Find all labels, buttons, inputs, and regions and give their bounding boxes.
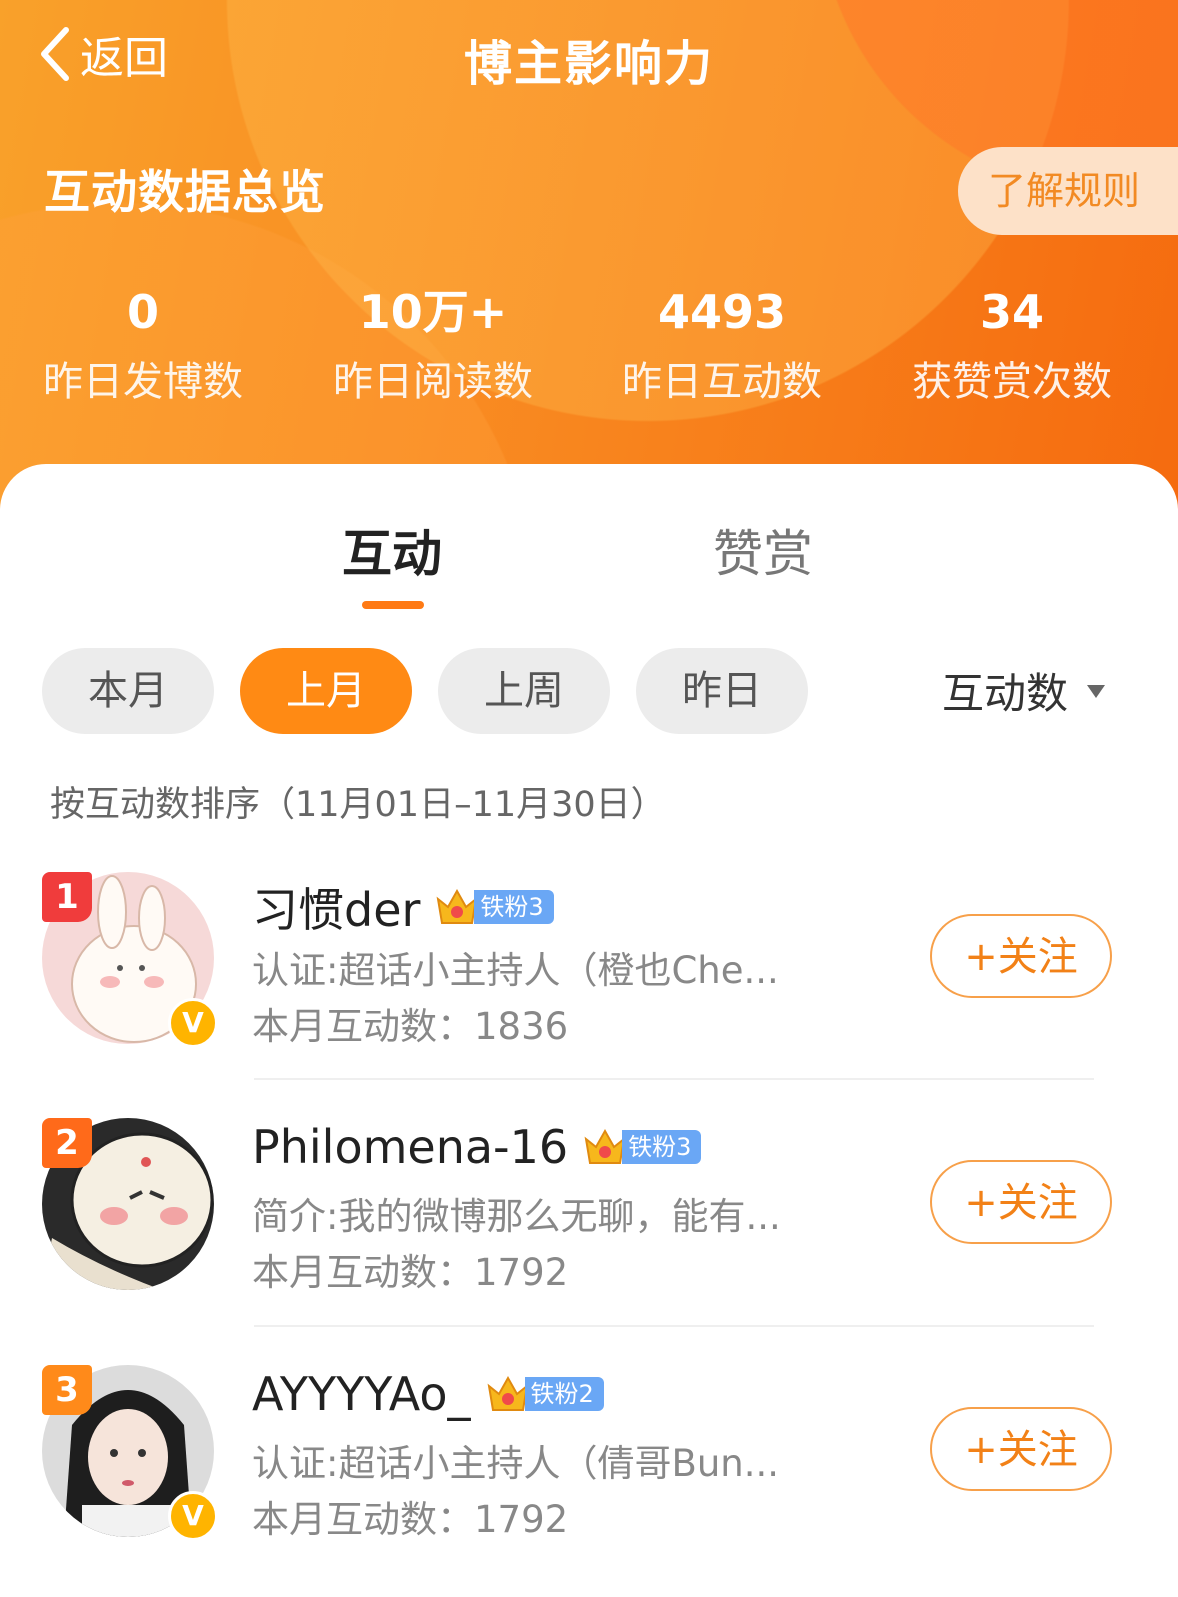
count-value: 1792 xyxy=(474,1498,569,1541)
stat-label: 昨日发博数 xyxy=(43,359,243,405)
count-value: 1792 xyxy=(474,1251,569,1294)
user-name-line: 习惯der 铁粉3 xyxy=(252,874,554,940)
user-name-line: AYYYYAo_ 铁粉2 xyxy=(252,1367,604,1421)
tab-reward[interactable]: 赞赏 xyxy=(713,514,813,586)
stat-reads: 10万+ 昨日阅读数 xyxy=(298,282,568,412)
user-name[interactable]: 习惯der xyxy=(252,874,420,940)
crown-icon xyxy=(487,1375,528,1411)
list-item[interactable]: 2 Philomena-16 铁粉3 简介:我的微博那么无聊，能有... 本月互… xyxy=(0,1118,1178,1348)
user-name-line: Philomena-16 铁粉3 xyxy=(252,1120,702,1174)
fan-level-label: 铁粉3 xyxy=(474,890,554,924)
follow-button[interactable]: +关注 xyxy=(930,1407,1112,1491)
user-name[interactable]: Philomena-16 xyxy=(252,1120,568,1174)
rank-badge: 1 xyxy=(42,872,92,922)
tab-interaction[interactable]: 互动 xyxy=(342,514,442,586)
sort-label: 互动数 xyxy=(942,669,1069,718)
user-description: 认证:超话小主持人（倩哥Bun... xyxy=(252,1442,780,1485)
count-value: 1836 xyxy=(474,1005,569,1048)
stats-row: 0 昨日发博数 10万+ 昨日阅读数 4493 昨日互动数 34 获赞赏次数 xyxy=(0,282,1178,422)
filter-this-month[interactable]: 本月 xyxy=(42,648,214,734)
sort-range-note: 按互动数排序（11月01日–11月30日） xyxy=(50,785,666,825)
verified-v-icon: V xyxy=(168,1491,218,1541)
stat-rewards: 34 获赞赏次数 xyxy=(877,282,1147,412)
fan-badge: 铁粉2 xyxy=(485,1374,604,1414)
user-description: 简介:我的微博那么无聊，能有... xyxy=(252,1195,781,1238)
stat-label: 昨日阅读数 xyxy=(333,359,533,405)
filter-last-month[interactable]: 上月 xyxy=(240,648,412,734)
filter-last-week[interactable]: 上周 xyxy=(438,648,610,734)
fan-badge: 铁粉3 xyxy=(582,1127,702,1167)
rank-badge: 2 xyxy=(42,1118,92,1168)
count-label: 本月互动数： xyxy=(252,1251,474,1294)
rank-badge: 3 xyxy=(42,1365,92,1415)
verified-v-icon: V xyxy=(168,998,218,1048)
user-name[interactable]: AYYYYAo_ xyxy=(252,1367,471,1421)
fan-level-label: 铁粉3 xyxy=(622,1130,702,1164)
sort-dropdown[interactable]: 互动数 xyxy=(942,660,1106,721)
follow-button[interactable]: +关注 xyxy=(930,914,1112,998)
list-item[interactable]: 1 V 习惯der 铁粉3 认证:超话小主持人（橙也Che... 本月互动数：1… xyxy=(0,872,1178,1102)
divider xyxy=(254,1325,1094,1327)
content-card: 互动 赞赏 本月 上月 上周 昨日 互动数 按互动数排序（11月01日–11月3… xyxy=(0,464,1178,1597)
user-interaction-count: 本月互动数：1836 xyxy=(252,996,568,1050)
count-label: 本月互动数： xyxy=(252,1498,474,1541)
overview-title: 互动数据总览 xyxy=(44,165,326,219)
stat-interactions: 4493 昨日互动数 xyxy=(587,282,857,412)
fan-badge: 铁粉3 xyxy=(434,887,554,927)
stat-value: 34 xyxy=(979,285,1044,339)
rules-button[interactable]: 了解规则 xyxy=(958,147,1178,235)
user-description: 认证:超话小主持人（橙也Che... xyxy=(252,949,779,992)
triangle-down-icon xyxy=(1087,684,1106,698)
stat-posts: 0 昨日发博数 xyxy=(8,282,278,412)
stat-label: 昨日互动数 xyxy=(622,359,822,405)
divider xyxy=(254,1078,1094,1080)
filter-yesterday[interactable]: 昨日 xyxy=(636,648,808,734)
count-label: 本月互动数： xyxy=(252,1005,474,1048)
user-interaction-count: 本月互动数：1792 xyxy=(252,1242,568,1296)
stat-value: 10万+ xyxy=(358,285,508,339)
stat-value: 4493 xyxy=(657,285,787,339)
fan-level-label: 铁粉2 xyxy=(524,1377,604,1411)
page-title: 博主影响力 xyxy=(463,36,714,92)
follow-button[interactable]: +关注 xyxy=(930,1160,1112,1244)
tab-indicator xyxy=(362,601,424,609)
stat-value: 0 xyxy=(126,285,159,339)
list-item[interactable]: 3 V AYYYYAo_ 铁粉2 认证:超话小主持人（倩哥Bun... 本月互动… xyxy=(0,1365,1178,1595)
user-interaction-count: 本月互动数：1792 xyxy=(252,1489,568,1543)
stat-label: 获赞赏次数 xyxy=(912,359,1112,405)
header-banner: 返回 博主影响力 互动数据总览 了解规则 0 昨日发博数 10万+ 昨日阅读数 … xyxy=(0,0,1178,520)
